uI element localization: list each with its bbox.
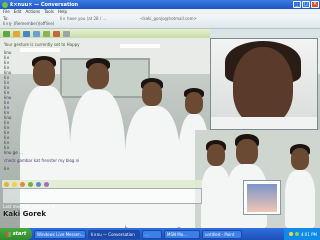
activities-icon[interactable]	[43, 30, 50, 37]
contact-email: <kaki_gonjo@hotmail.com>	[140, 16, 197, 21]
display-picture[interactable]	[243, 180, 281, 215]
conversation-history[interactable]: Your gesture is currently set to Happy ƙ…	[2, 40, 207, 180]
history-line: ƙnu ge ...	[4, 150, 23, 155]
start-button[interactable]: start	[0, 228, 32, 240]
clock[interactable]: 4:01 PM	[301, 232, 317, 237]
window-titlebar: ƙ×nuu× — Conversation _ □ ×	[0, 0, 320, 9]
windows-flag-icon	[5, 231, 11, 237]
history-line: Your gesture is currently set to Happy	[4, 42, 80, 47]
background-icon[interactable]	[44, 181, 49, 187]
maximize-button[interactable]: □	[302, 1, 310, 8]
window-title: ƙ×nuu× — Conversation	[10, 1, 79, 8]
last-message-status: Last message received at ...	[3, 204, 60, 209]
games-icon[interactable]	[53, 30, 60, 37]
messenger-app-icon	[2, 1, 8, 8]
display-picture-image	[247, 184, 277, 212]
contact-name[interactable]: ƙ×ŋ· (Remember)(offline)	[3, 21, 54, 26]
conversation-toolbar	[0, 29, 210, 38]
nudge-icon[interactable]	[28, 181, 33, 187]
input-toolbar	[2, 180, 202, 188]
start-label: start	[12, 231, 27, 237]
contact-status-message: ƙ× have you (at 28 / ...	[60, 16, 107, 21]
watermark: Kaki Gorek	[3, 210, 47, 218]
video-icon[interactable]	[23, 30, 30, 37]
tray-icon[interactable]	[288, 232, 293, 236]
close-button[interactable]: ×	[311, 1, 319, 8]
taskbar-item[interactable]: Windows Live Messen...	[34, 229, 86, 239]
wink-icon[interactable]	[20, 181, 25, 187]
block-icon[interactable]	[63, 30, 70, 37]
emoticon-icon[interactable]	[12, 181, 17, 187]
history-line: ƙ×	[4, 166, 10, 171]
invite-icon[interactable]	[3, 30, 10, 37]
system-tray: 4:01 PM	[284, 228, 320, 240]
taskbar-item[interactable]: ...	[142, 229, 162, 239]
message-input[interactable]	[2, 188, 202, 204]
taskbar: start Windows Live Messen... ƙ×nu — Conv…	[0, 228, 320, 240]
webcam-person-shirt	[211, 117, 317, 129]
contact-header: To: ƙ×ŋ· (Remember)(offline) ƙ× have you…	[0, 15, 320, 29]
tray-icon[interactable]	[294, 232, 299, 236]
webcam-person-face	[233, 47, 293, 125]
history-line: check gambar kat frenster my blog ni	[4, 158, 80, 163]
taskbar-item[interactable]: untitled - Paint	[202, 229, 242, 239]
voice-clip-icon[interactable]	[36, 181, 41, 187]
share-files-icon[interactable]	[13, 30, 20, 37]
taskbar-item[interactable]: MSN Mo...	[164, 229, 200, 239]
font-icon[interactable]	[4, 181, 9, 187]
taskbar-item-active[interactable]: ƙ×nu — Conversation	[88, 229, 140, 239]
call-icon[interactable]	[33, 30, 40, 37]
photo-person	[285, 144, 315, 228]
window-controls: _ □ ×	[293, 1, 319, 8]
minimize-button[interactable]: _	[293, 1, 301, 8]
webcam-view[interactable]	[210, 38, 318, 130]
